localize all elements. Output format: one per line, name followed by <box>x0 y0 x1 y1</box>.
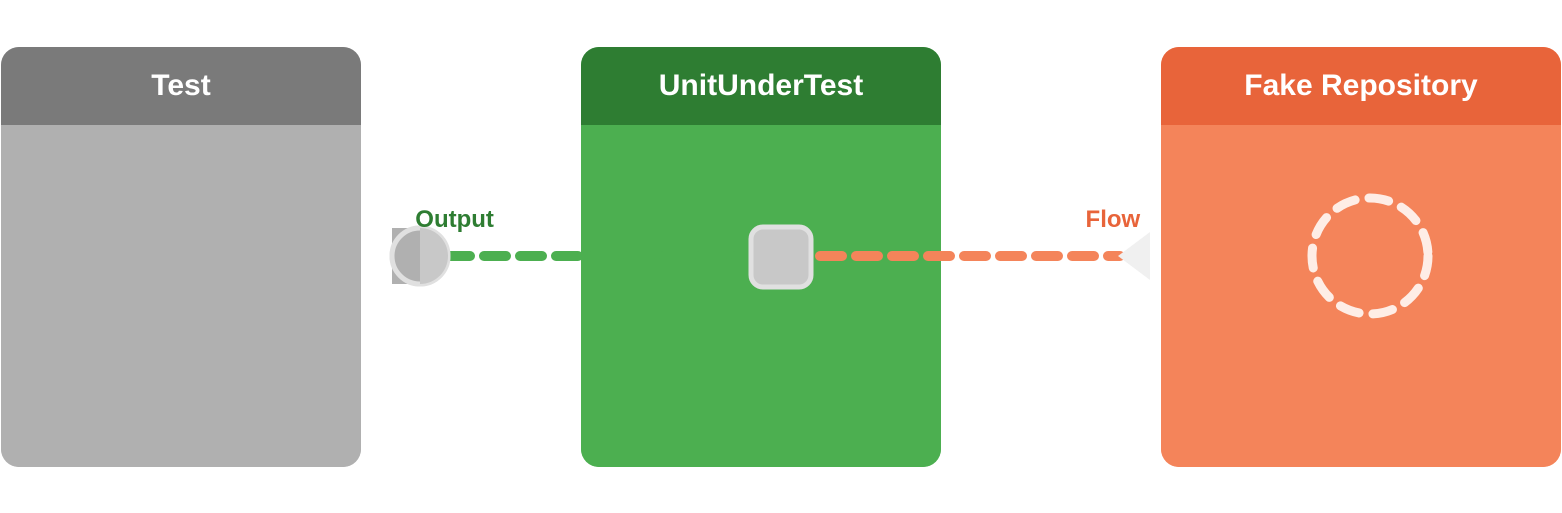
test-title: Test <box>151 69 210 102</box>
uut-panel-body <box>581 125 941 467</box>
test-panel-body <box>1 125 361 467</box>
fake-panel-body <box>1161 125 1561 467</box>
test-panel-header: Test <box>1 47 361 125</box>
fake-panel-header: Fake Repository <box>1161 47 1561 125</box>
diagram: Test Output UnitUnderTest Flow Fake Repo… <box>0 0 1562 513</box>
uut-panel-header: UnitUnderTest <box>581 47 941 125</box>
uut-panel: UnitUnderTest <box>581 47 941 467</box>
uut-title: UnitUnderTest <box>659 69 863 102</box>
test-panel: Test <box>1 47 361 467</box>
fake-panel: Fake Repository <box>1161 47 1561 467</box>
flow-label: Flow <box>1086 206 1141 234</box>
output-label: Output <box>415 206 494 234</box>
fake-title: Fake Repository <box>1244 69 1477 102</box>
